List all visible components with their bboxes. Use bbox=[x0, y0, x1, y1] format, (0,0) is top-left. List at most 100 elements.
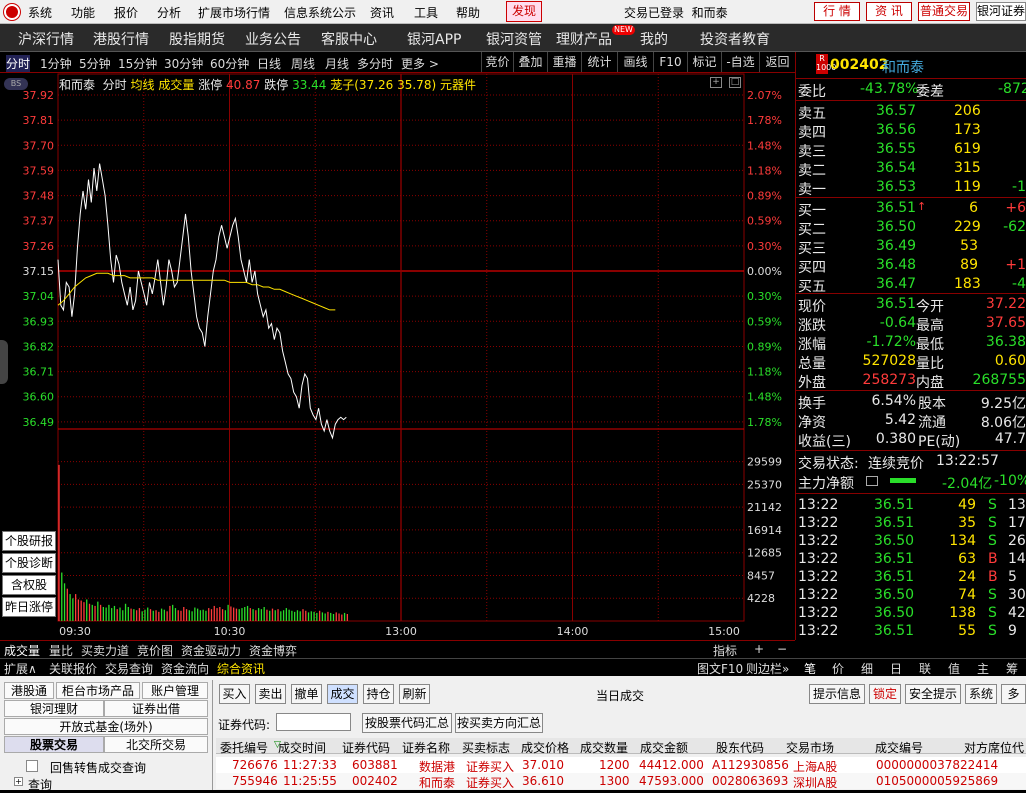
tf-5min[interactable]: 5分钟 bbox=[79, 55, 111, 72]
tf-day[interactable]: 日线 bbox=[257, 55, 281, 72]
tool-overlay[interactable]: 叠加 bbox=[513, 52, 547, 72]
tf-30min[interactable]: 30分钟 bbox=[164, 55, 203, 72]
tab-auction-chart[interactable]: 竞价图 bbox=[137, 642, 173, 659]
tab-vol-ratio[interactable]: 量比 bbox=[49, 642, 73, 659]
nav-asset-mgmt[interactable]: 银河资管 bbox=[486, 29, 542, 49]
tool-auction[interactable]: 竞价 bbox=[481, 52, 513, 72]
nav-wealth[interactable]: 理财产品 bbox=[556, 29, 612, 49]
sum-by-side-button[interactable]: 按买卖方向汇总 bbox=[455, 713, 543, 733]
indicator-button[interactable]: 指标 bbox=[713, 642, 737, 659]
intraday-chart-svg[interactable]: 37.92 2.07% 37.81 1.78% 37.70 1.48% 37.59 1.18%… bbox=[0, 73, 795, 640]
qtab-value[interactable]: 值 bbox=[948, 660, 960, 677]
tick-row[interactable]: 13:22 36.50 74 S 30 bbox=[796, 586, 1026, 605]
tree-item-resale-query[interactable]: 回售转售成交查询 bbox=[50, 759, 146, 776]
prompt-info-button[interactable]: 提示信息 bbox=[809, 684, 865, 704]
tick-row[interactable]: 13:22 36.51 63 B 14 bbox=[796, 550, 1026, 569]
tool-stats[interactable]: 统计 bbox=[581, 52, 617, 72]
tab-fund-flow[interactable]: 资金流向 bbox=[161, 660, 209, 677]
ask-row[interactable]: 卖一 36.53 119 -1 bbox=[796, 178, 1026, 198]
security-tips-button[interactable]: 安全提示 bbox=[905, 684, 961, 704]
qtab-detail[interactable]: 细 bbox=[861, 660, 873, 677]
sum-by-code-button[interactable]: 按股票代码汇总 bbox=[362, 713, 452, 733]
nav-stock-trade[interactable]: 股票交易 bbox=[4, 736, 104, 753]
menu-ext-market[interactable]: 扩展市场行情 bbox=[198, 4, 270, 21]
tab-volume[interactable]: 成交量 bbox=[4, 642, 40, 659]
cancel-order-button[interactable]: 撤单 bbox=[291, 684, 322, 704]
tab-related-quote[interactable]: 关联报价 bbox=[49, 660, 97, 677]
refresh-button[interactable]: 刷新 bbox=[399, 684, 430, 704]
stock-diagnosis-button[interactable]: 个股诊断 bbox=[2, 553, 56, 573]
ask-row[interactable]: 卖五 36.57 206 bbox=[796, 102, 1026, 122]
tick-row[interactable]: 13:22 36.51 55 S 9 bbox=[796, 622, 1026, 641]
menu-analysis[interactable]: 分析 bbox=[157, 4, 181, 21]
qtab-tick[interactable]: 笔 bbox=[804, 660, 816, 677]
table-header-cell[interactable]: 证券代码 bbox=[342, 739, 390, 756]
tree-item-query[interactable]: 查询 bbox=[28, 776, 52, 793]
menu-info-disclosure[interactable]: 信息系统公示 bbox=[284, 4, 356, 21]
tick-row[interactable]: 13:22 36.50 138 S 42 bbox=[796, 604, 1026, 623]
tab-fund-game[interactable]: 资金博弈 bbox=[249, 642, 297, 659]
sell-button[interactable]: 卖出 bbox=[255, 684, 286, 704]
table-header-cell[interactable]: 成交价格 bbox=[521, 739, 569, 756]
positions-button[interactable]: 持仓 bbox=[363, 684, 394, 704]
indicator-remove-icon[interactable]: − bbox=[777, 642, 787, 656]
tab-fund-drive[interactable]: 资金驱动力 bbox=[181, 642, 241, 659]
discover-button[interactable]: 发现 bbox=[506, 1, 542, 22]
menu-news[interactable]: 资讯 bbox=[370, 4, 394, 21]
bid-row[interactable]: 买五 36.47 183 -4 bbox=[796, 275, 1026, 295]
nav-investor-edu[interactable]: 投资者教育 bbox=[700, 29, 770, 49]
tool-f10[interactable]: F10 bbox=[653, 52, 687, 72]
ask-row[interactable]: 卖三 36.55 619 bbox=[796, 140, 1026, 160]
tool-replay[interactable]: 重播 bbox=[547, 52, 581, 72]
ask-row[interactable]: 卖四 36.56 173 bbox=[796, 121, 1026, 141]
table-header-cell[interactable]: 成交数量 bbox=[580, 739, 628, 756]
tick-row[interactable]: 13:22 36.51 24 B 5 bbox=[796, 568, 1026, 587]
nav-bse-trade[interactable]: 北交所交易 bbox=[104, 736, 208, 753]
table-header-cell[interactable]: 交易市场 bbox=[786, 739, 834, 756]
intraday-chart[interactable]: 37.92 2.07% 37.81 1.78% 37.70 1.48% 37.59 1.18%… bbox=[0, 73, 795, 640]
buy-button[interactable]: 买入 bbox=[219, 684, 250, 704]
menu-tools[interactable]: 工具 bbox=[414, 4, 438, 21]
tool-back[interactable]: 返回 bbox=[759, 52, 795, 72]
qtab-chips[interactable]: 筹 bbox=[1006, 660, 1018, 677]
table-header-cell[interactable]: 成交编号 bbox=[875, 739, 923, 756]
quote-button[interactable]: 行 情 bbox=[814, 2, 860, 21]
tab-buy-sell-force[interactable]: 买卖力道 bbox=[81, 642, 129, 659]
deals-button[interactable]: 成交 bbox=[327, 684, 358, 704]
nav-otc[interactable]: 柜台市场产品 bbox=[56, 682, 140, 699]
tf-15min[interactable]: 15分钟 bbox=[118, 55, 157, 72]
tf-week[interactable]: 周线 bbox=[291, 55, 315, 72]
tick-row[interactable]: 13:22 36.51 35 S 17 bbox=[796, 514, 1026, 533]
lock-button[interactable]: 锁定 bbox=[869, 684, 901, 704]
table-header-cell[interactable]: 委托编号 bbox=[220, 739, 268, 756]
indicator-add-icon[interactable]: + bbox=[754, 642, 764, 656]
tool-remove-fav[interactable]: -自选 bbox=[721, 52, 759, 72]
table-header-cell[interactable]: 成交时间 bbox=[278, 739, 326, 756]
nav-app[interactable]: 银河APP bbox=[407, 29, 461, 49]
nav-service[interactable]: 客服中心 bbox=[321, 29, 377, 49]
main-net-icon[interactable] bbox=[866, 476, 878, 486]
bid-row[interactable]: 买一 36.51 6 +6 bbox=[796, 199, 1026, 219]
nav-hk[interactable]: 港股行情 bbox=[93, 29, 149, 49]
bid-row[interactable]: 买二 36.50 229 -62 bbox=[796, 218, 1026, 238]
ex-right-button[interactable]: 含权股 bbox=[2, 575, 56, 595]
tf-month[interactable]: 月线 bbox=[325, 55, 349, 72]
nav-mine[interactable]: 我的 bbox=[640, 29, 668, 49]
tab-sidebar[interactable]: 则边栏» bbox=[746, 660, 789, 677]
normal-trade-button[interactable]: 普通交易 bbox=[918, 2, 970, 21]
multi-account-button[interactable]: 多账 bbox=[1001, 684, 1026, 704]
menu-quote[interactable]: 报价 bbox=[114, 4, 138, 21]
zoom-icon[interactable]: + bbox=[710, 77, 722, 88]
tool-mark[interactable]: 标记 bbox=[687, 52, 721, 72]
qtab-price[interactable]: 价 bbox=[832, 660, 844, 677]
tree-expand-icon[interactable]: + bbox=[14, 777, 23, 786]
tool-draw[interactable]: 画线 bbox=[617, 52, 653, 72]
nav-securities-lend[interactable]: 证券出借 bbox=[104, 700, 208, 717]
code-input[interactable] bbox=[276, 713, 351, 731]
table-header-cell[interactable]: 证券名称 bbox=[402, 739, 450, 756]
qtab-day[interactable]: 日 bbox=[890, 660, 902, 677]
nav-sh-sz[interactable]: 沪深行情 bbox=[18, 29, 74, 49]
nav-galaxy-wealth[interactable]: 银河理财 bbox=[4, 700, 104, 717]
bs-icon[interactable]: BS bbox=[4, 78, 28, 90]
tick-row[interactable]: 13:22 36.50 134 S 26 bbox=[796, 532, 1026, 551]
